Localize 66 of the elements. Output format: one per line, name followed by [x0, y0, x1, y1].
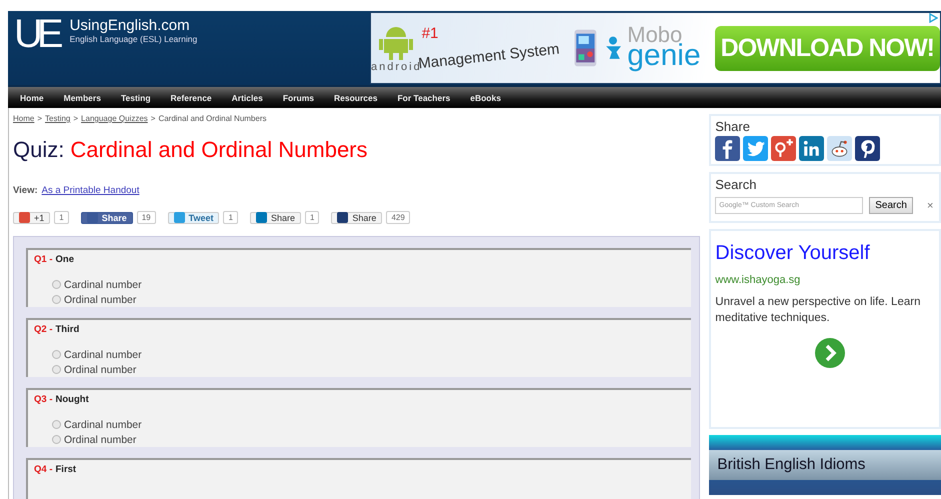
- site-name: UsingEnglish.com: [70, 17, 191, 34]
- ad-url[interactable]: www.ishayoga.sg: [715, 274, 935, 286]
- breadcrumb-separator: >: [37, 114, 42, 123]
- breadcrumb-link[interactable]: Home: [13, 114, 34, 123]
- breadcrumb-link[interactable]: Testing: [45, 114, 70, 123]
- share-button[interactable]: Tweet: [168, 212, 220, 224]
- share-button[interactable]: Share: [250, 212, 301, 224]
- reddit-icon[interactable]: [827, 136, 852, 161]
- share-count: 429: [386, 211, 410, 224]
- title-prefix: Quiz:: [13, 137, 64, 163]
- option-label[interactable]: Cardinal number: [64, 418, 142, 430]
- share-button[interactable]: Share: [331, 212, 382, 224]
- breadcrumb-link[interactable]: Language Quizzes: [81, 114, 148, 123]
- ad-text: Unravel a new perspective on life. Learn meditative techniques.: [715, 295, 922, 326]
- quiz-title: Cardinal and Ordinal Numbers: [70, 137, 368, 163]
- question-word: Third: [56, 324, 80, 335]
- nav-link[interactable]: Members: [64, 92, 101, 102]
- radio-button[interactable]: [52, 280, 61, 289]
- question-number: Q2 -: [34, 324, 52, 335]
- breadcrumb-separator: >: [150, 114, 156, 123]
- ad-choices-icon[interactable]: [928, 13, 938, 23]
- ad-headline[interactable]: Discover Yourself: [715, 242, 935, 265]
- option-label[interactable]: Ordinal number: [64, 364, 136, 376]
- share-count: 1: [304, 211, 320, 224]
- arrow-button-icon[interactable]: [815, 338, 846, 368]
- search-button[interactable]: Search: [869, 197, 913, 214]
- nav-link[interactable]: Forums: [282, 92, 314, 102]
- handout-link[interactable]: As a Printable Handout: [42, 185, 140, 196]
- site-logo[interactable]: UE: [14, 17, 58, 51]
- nav-link[interactable]: Testing: [120, 92, 151, 102]
- nav-link[interactable]: Articles: [232, 92, 263, 102]
- question-number: Q3 -: [34, 394, 52, 405]
- radio-button[interactable]: [52, 435, 61, 444]
- radio-button[interactable]: [52, 295, 61, 304]
- nav-link[interactable]: Home: [20, 92, 44, 102]
- ad-rank: #1: [422, 25, 438, 42]
- question-word: One: [56, 254, 74, 265]
- nav-link[interactable]: eBooks: [470, 92, 501, 102]
- share-count: 19: [136, 211, 156, 224]
- option-label[interactable]: Ordinal number: [64, 434, 136, 446]
- question-number: Q4 -: [34, 464, 52, 475]
- site-tagline: English Language (ESL) Learning: [70, 34, 198, 44]
- panel-title: Share: [715, 119, 751, 134]
- share-count: 1: [223, 211, 238, 224]
- share-button[interactable]: Share: [80, 212, 133, 224]
- idioms-banner[interactable]: British English Idioms: [709, 450, 941, 480]
- share-count: 1: [54, 211, 69, 224]
- question-number: Q1 -: [34, 254, 52, 265]
- view-label: View:: [13, 185, 38, 196]
- question-word: Nought: [56, 394, 89, 405]
- ad-headline: Management System: [418, 40, 561, 72]
- panel-title: Search: [715, 177, 758, 192]
- share-button[interactable]: +1: [13, 212, 50, 224]
- nav-link[interactable]: Reference: [170, 92, 212, 102]
- radio-button[interactable]: [52, 420, 61, 429]
- breadcrumb-current: Cardinal and Ordinal Numbers: [158, 114, 266, 123]
- option-label[interactable]: Cardinal number: [64, 348, 142, 360]
- radio-button[interactable]: [52, 350, 61, 359]
- option-label[interactable]: Cardinal number: [64, 278, 142, 290]
- breadcrumb-separator: >: [73, 114, 78, 123]
- clear-button[interactable]: ×: [926, 200, 934, 212]
- option-label[interactable]: Ordinal number: [64, 294, 136, 306]
- nav-link[interactable]: For Teachers: [397, 92, 450, 102]
- nav-link[interactable]: Resources: [334, 92, 378, 102]
- question-word: First: [56, 464, 76, 475]
- radio-button[interactable]: [52, 365, 61, 374]
